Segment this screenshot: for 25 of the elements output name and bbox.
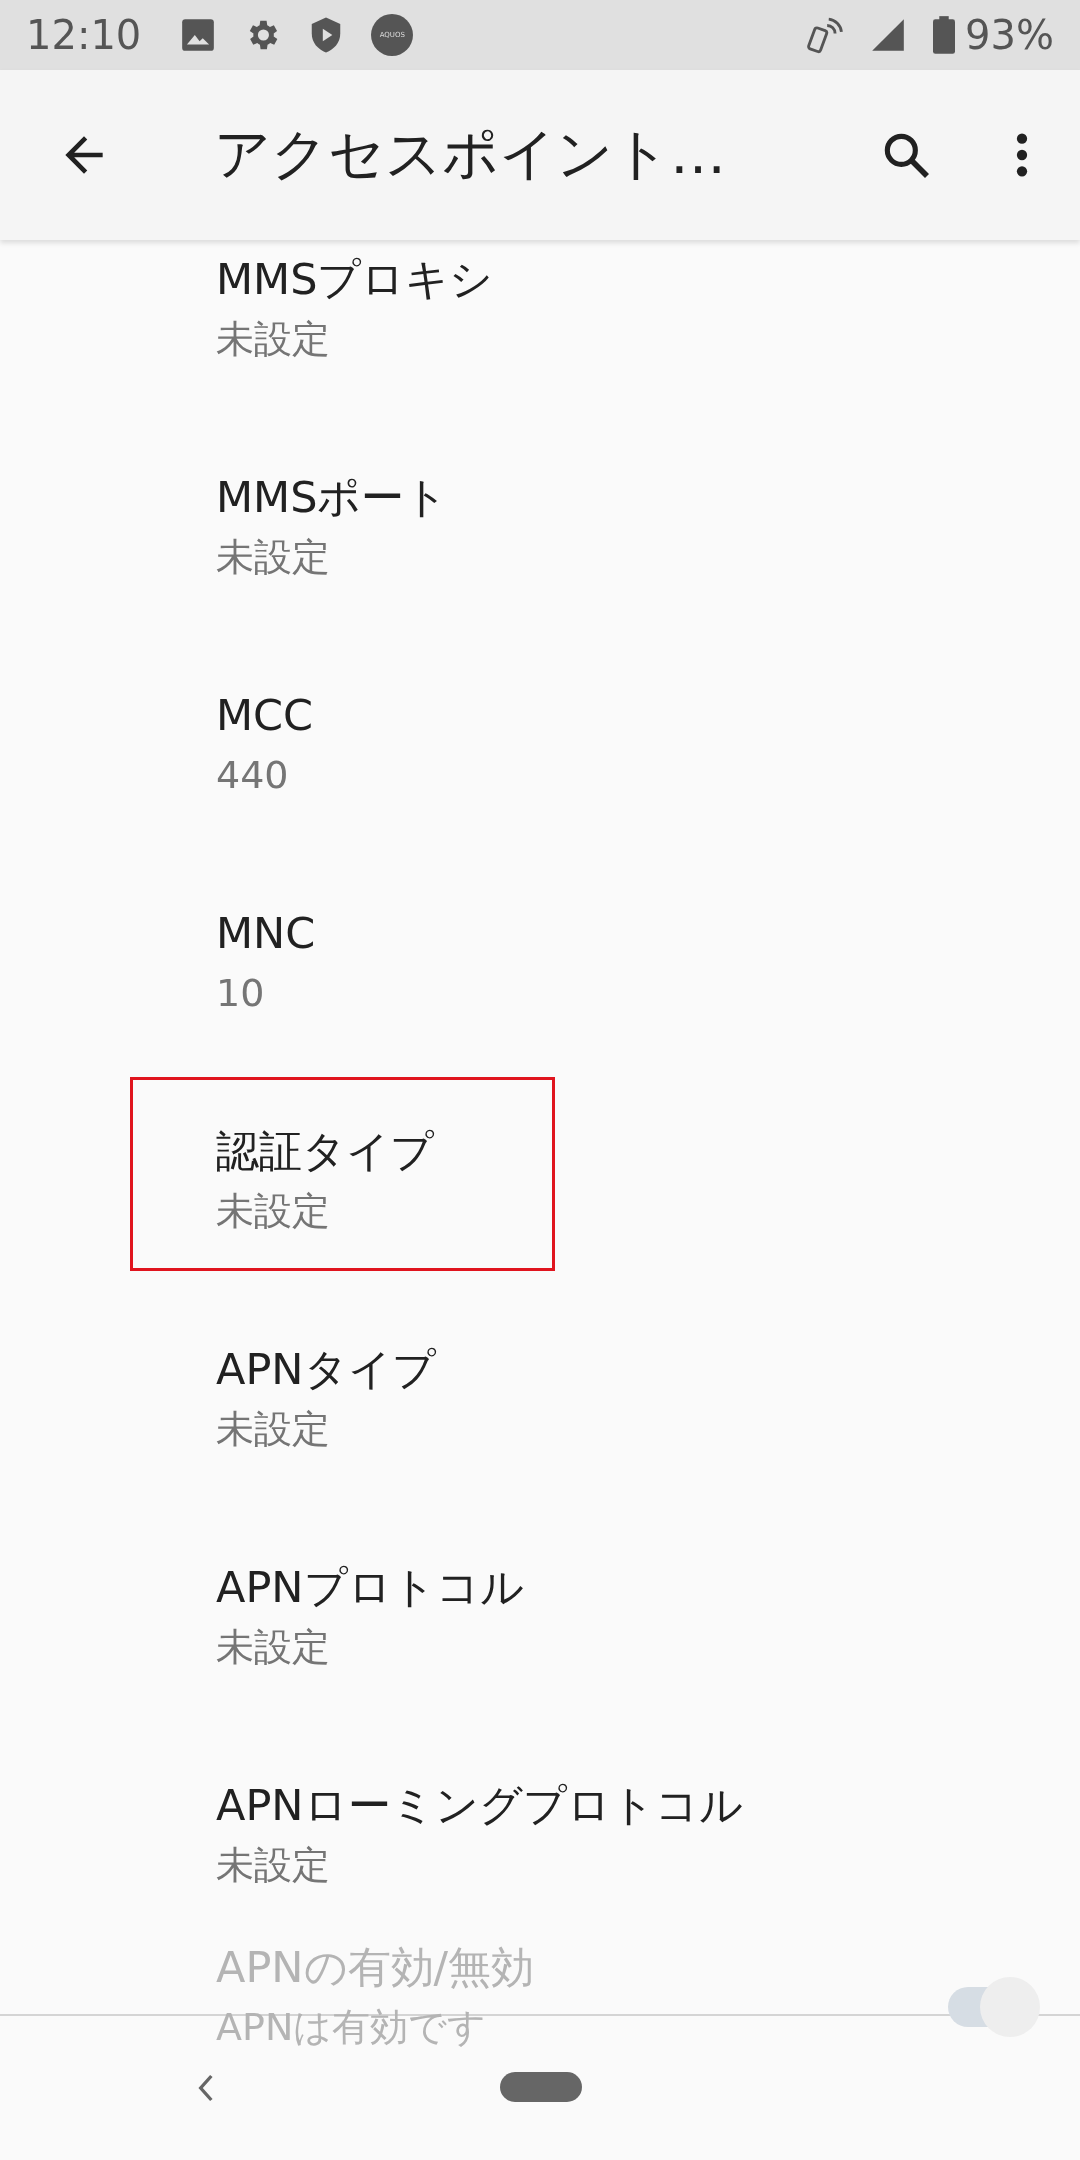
item-title: MMSポート [216,471,449,524]
clock: 12:10 [26,12,142,58]
item-value: APNは有効です [216,2004,487,2051]
item-title: APNプロトコル [216,1561,524,1614]
item-title: APNローミングプロトコル [216,1779,743,1832]
item-value: 未設定 [216,1842,330,1889]
item-value: 10 [216,970,265,1017]
back-chevron-icon[interactable] [198,2072,214,2104]
item-value: 未設定 [216,1406,330,1453]
phone-signal-icon [805,16,844,54]
screen-title: アクセスポイント… [214,120,727,188]
item-value: 未設定 [216,316,330,363]
item-value: 未設定 [216,1624,330,1671]
item-title: APNの有効/無効 [216,1941,534,1994]
item-title: MNC [216,907,316,960]
item-title: MCC [216,689,314,742]
battery-icon [933,16,956,54]
item-title: 認証タイプ [216,1125,434,1178]
item-value: 未設定 [216,534,330,581]
item-value: 440 [216,752,289,799]
home-handle[interactable] [500,2072,582,2102]
item-title: APNタイプ [216,1343,436,1396]
item-value: 未設定 [216,1188,330,1235]
battery-percent: 93% [965,12,1054,58]
item-title: MMSプロキシ [216,253,494,306]
